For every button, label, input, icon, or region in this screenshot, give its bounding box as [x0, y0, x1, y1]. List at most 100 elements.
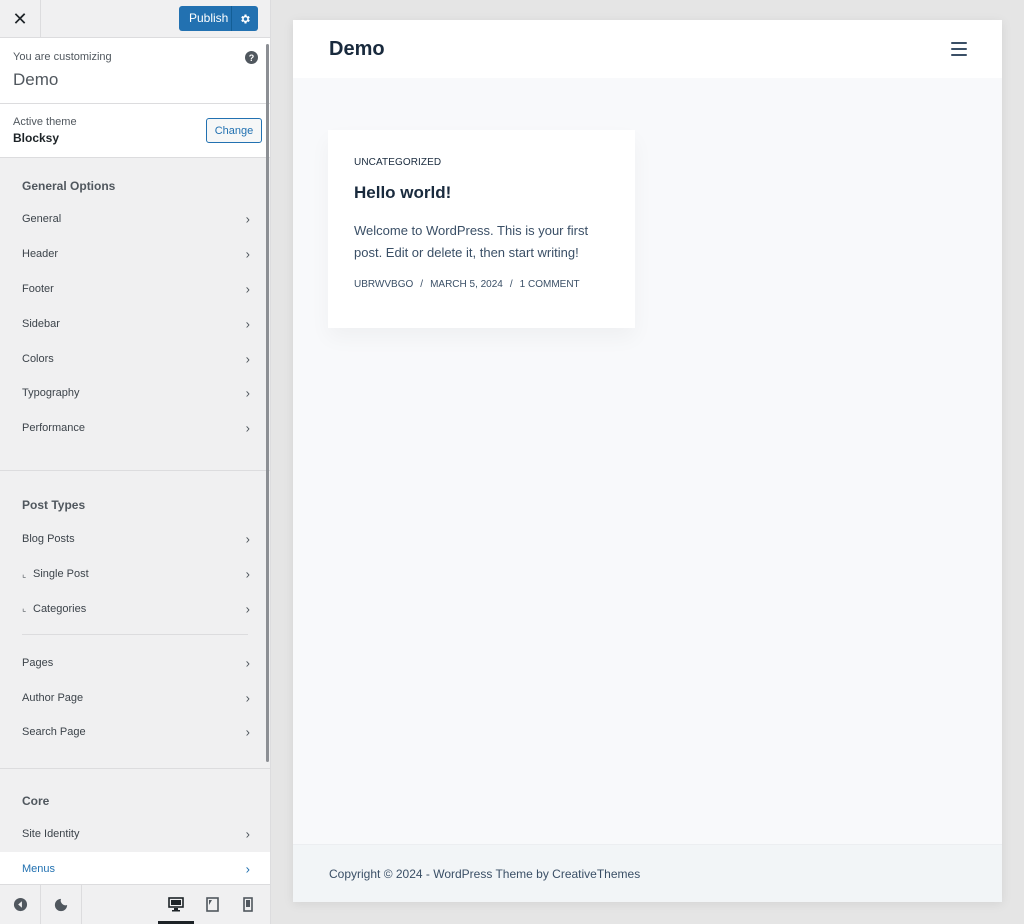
copyright-text: Copyright © 2024 - WordPress Theme by Cr… [329, 866, 641, 881]
post-date-link[interactable]: MARCH 5, 2024 [430, 279, 503, 290]
item-label: Header [22, 248, 59, 261]
item-label: Categories [33, 602, 87, 615]
post-author-link[interactable]: UBRWVBGO [354, 279, 413, 290]
menu-line [951, 48, 967, 50]
sidebar-item-site-identity[interactable]: Site Identity › [0, 817, 270, 852]
general-options-group: General Options General › Header › Footer ›… [0, 158, 270, 471]
chevron-right-icon: › [245, 420, 250, 436]
preview-mobile-button[interactable] [230, 885, 266, 924]
menu-line [951, 54, 967, 56]
sub-item-marker-icon: ⌞ [22, 568, 27, 579]
customizer-footer-bar [0, 884, 270, 924]
sidebar-item-single-post[interactable]: ⌞ Single Post › [0, 557, 270, 592]
sidebar-item-header[interactable]: Header › [0, 237, 270, 272]
post-comments-link[interactable]: 1 COMMENT [520, 279, 580, 290]
help-icon[interactable]: ? [245, 51, 258, 64]
sidebar-item-pages[interactable]: Pages › [0, 645, 270, 680]
sidebar-scrollbar[interactable] [266, 44, 269, 762]
site-title[interactable]: Demo [329, 38, 385, 61]
device-preview-group [158, 885, 270, 924]
sidebar-item-footer[interactable]: Footer › [0, 272, 270, 307]
sidebar-item-categories[interactable]: ⌞ Categories › [0, 592, 270, 627]
post-meta: UBRWVBGO / MARCH 5, 2024 / 1 COMMENT [354, 279, 610, 290]
group-title: Core [22, 794, 50, 808]
mobile-icon [243, 897, 253, 912]
item-label: Footer [22, 282, 54, 295]
meta-separator: / [509, 279, 513, 290]
sidebar-item-sidebar[interactable]: Sidebar › [0, 306, 270, 341]
desktop-icon [168, 897, 184, 912]
item-label: Colors [22, 352, 54, 365]
sub-item-marker-icon: ⌞ [22, 603, 27, 614]
chevron-right-icon: › [245, 385, 250, 401]
chevron-right-icon: › [245, 690, 250, 706]
sidebar-item-colors[interactable]: Colors › [0, 341, 270, 376]
item-label: Single Post [33, 568, 89, 581]
collapse-sidebar-button[interactable] [0, 885, 41, 924]
chevron-right-icon: › [245, 351, 250, 367]
close-customizer-button[interactable]: ✕ [0, 0, 41, 38]
post-types-group: Post Types Blog Posts › ⌞ Single Post › ⌞ Ca… [0, 471, 270, 769]
post-category-link[interactable]: UNCATEGORIZED [354, 157, 610, 168]
change-theme-button[interactable]: Change [206, 118, 262, 143]
customizing-label: You are customizing [13, 51, 112, 63]
sidebar-item-performance[interactable]: Performance › [0, 411, 270, 446]
item-label: Typography [22, 387, 80, 400]
hamburger-menu-icon[interactable] [951, 42, 967, 56]
sidebar-item-author-page[interactable]: Author Page › [0, 680, 270, 715]
tablet-icon [205, 897, 219, 912]
chevron-right-icon: › [245, 531, 250, 547]
post-title-link[interactable]: Hello world! [354, 183, 610, 203]
menu-line [951, 42, 967, 44]
item-label: Sidebar [22, 317, 60, 330]
item-label: Pages [22, 656, 54, 669]
group-title: General Options [22, 179, 116, 193]
item-label: Search Page [22, 726, 86, 739]
publish-settings-button[interactable] [232, 6, 258, 31]
moon-icon [54, 898, 68, 911]
publish-button[interactable]: Publish [179, 6, 232, 31]
preview-tablet-button[interactable] [194, 885, 230, 924]
site-preview: Demo UNCATEGORIZED Hello world! Welcome … [293, 20, 1002, 902]
dark-mode-toggle[interactable] [41, 885, 82, 924]
site-header: Demo [293, 20, 1002, 78]
preview-desktop-button[interactable] [158, 885, 194, 924]
chevron-right-icon: › [245, 655, 250, 671]
meta-separator: / [420, 279, 424, 290]
divider [22, 634, 248, 636]
item-label: General [22, 213, 62, 226]
core-group: Core Site Identity › Menus › [0, 769, 270, 887]
active-theme-panel: Active theme Blocksy Change [0, 104, 270, 158]
group-title: Post Types [22, 498, 86, 512]
chevron-right-icon: › [245, 566, 250, 582]
sidebar-item-search-page[interactable]: Search Page › [0, 715, 270, 750]
customizing-info: You are customizing Demo ? [0, 38, 270, 104]
customizer-topbar: ✕ Publish [0, 0, 270, 38]
chevron-right-icon: › [245, 316, 250, 332]
site-footer: Copyright © 2024 - WordPress Theme by Cr… [293, 844, 1002, 902]
chevron-right-icon: › [245, 826, 250, 842]
sidebar-item-typography[interactable]: Typography › [0, 376, 270, 411]
chevron-right-icon: › [245, 281, 250, 297]
collapse-arrow-icon [13, 897, 27, 912]
item-label: Site Identity [22, 828, 80, 841]
item-label: Performance [22, 422, 85, 435]
customizer-sidebar: ✕ Publish You are customizing Demo ? Act… [0, 0, 271, 924]
item-label: Menus [22, 863, 56, 876]
sidebar-item-general[interactable]: General › [0, 202, 270, 237]
sidebar-item-blog-posts[interactable]: Blog Posts › [0, 522, 270, 557]
close-icon: ✕ [12, 8, 28, 29]
chevron-right-icon: › [245, 861, 250, 877]
chevron-right-icon: › [245, 601, 250, 617]
chevron-right-icon: › [245, 211, 250, 227]
item-label: Author Page [22, 691, 84, 704]
chevron-right-icon: › [245, 246, 250, 262]
sidebar-item-menus[interactable]: Menus › [0, 851, 270, 887]
post-excerpt: Welcome to WordPress. This is your first… [354, 223, 589, 260]
publish-group: Publish [179, 6, 258, 31]
chevron-right-icon: › [245, 724, 250, 740]
gear-icon [241, 14, 250, 23]
post-card: UNCATEGORIZED Hello world! Welcome to Wo… [328, 130, 635, 328]
customizing-site-title: Demo [13, 70, 59, 89]
item-label: Blog Posts [22, 533, 75, 546]
